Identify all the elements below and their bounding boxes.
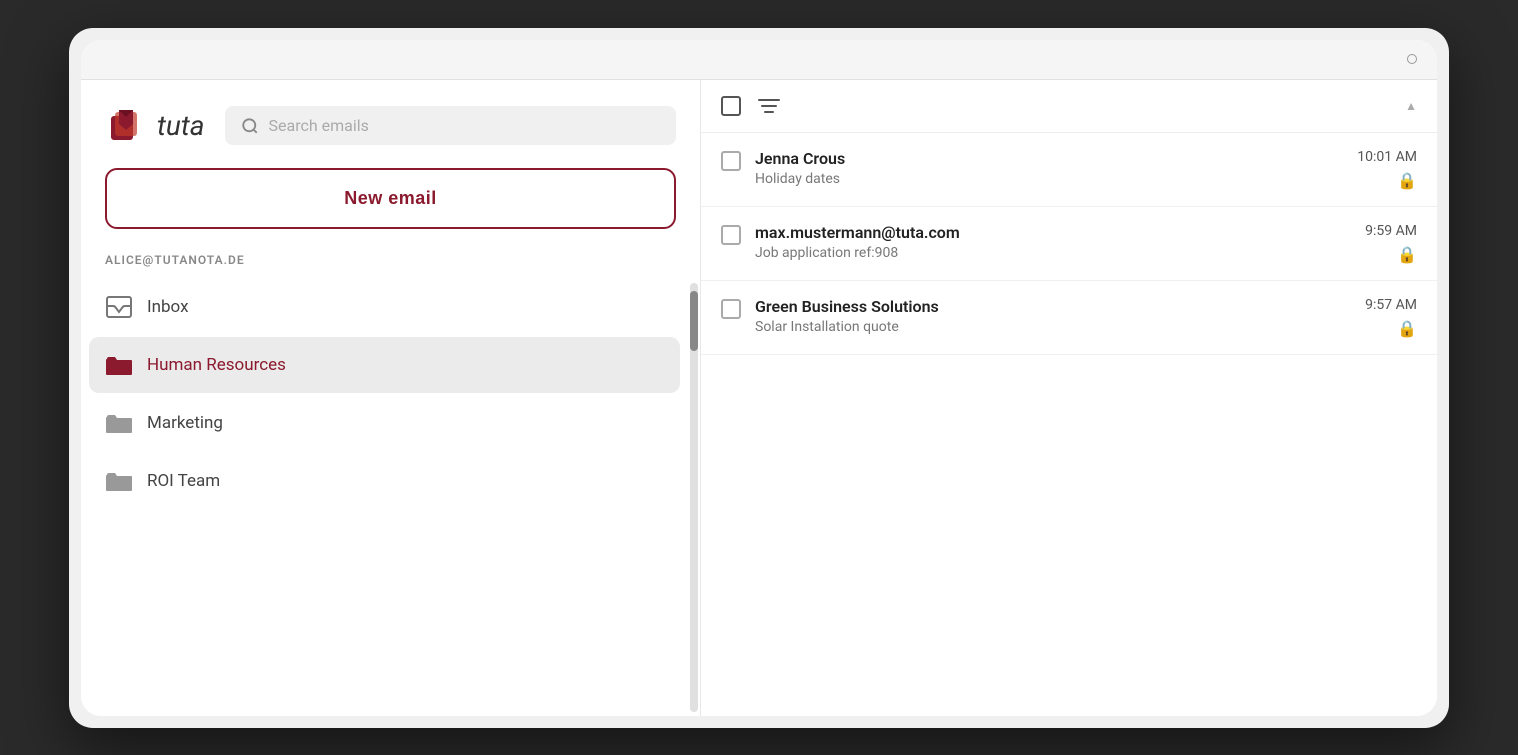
sidebar-item-inbox[interactable]: Inbox (89, 279, 680, 335)
email-time-1: 10:01 AM (1357, 149, 1417, 165)
table-row[interactable]: max.mustermann@tuta.com Job application … (701, 207, 1437, 281)
email-meta-1: 10:01 AM 🔒 (1357, 149, 1417, 190)
email-time-2: 9:59 AM (1365, 223, 1417, 239)
sidebar-item-human-resources[interactable]: Human Resources (89, 337, 680, 393)
sidebar-header: tuta Search emails (81, 80, 700, 168)
table-row[interactable]: Jenna Crous Holiday dates 10:01 AM 🔒 (701, 133, 1437, 207)
sidebar-item-roi-team[interactable]: ROI Team (89, 453, 680, 509)
sort-arrow-icon[interactable]: ▲ (1405, 99, 1417, 113)
email-sender-1: Jenna Crous (755, 149, 1343, 168)
marketing-folder-icon (105, 409, 133, 437)
sidebar-nav-area: Inbox Human Resources (81, 279, 700, 716)
filter-icon[interactable] (757, 96, 781, 116)
email-subject-2: Job application ref:908 (755, 245, 1351, 261)
lock-icon-1: 🔒 (1397, 171, 1417, 190)
logo-area: tuta (105, 104, 205, 148)
nav-list: Inbox Human Resources (81, 279, 688, 716)
table-row[interactable]: Green Business Solutions Solar Installat… (701, 281, 1437, 355)
top-bar (81, 40, 1437, 80)
email-content-3: Green Business Solutions Solar Installat… (755, 297, 1351, 335)
scroll-thumb[interactable] (690, 291, 698, 351)
search-bar[interactable]: Search emails (225, 106, 676, 145)
email-checkbox-2[interactable] (721, 225, 741, 245)
sidebar-item-roi-team-label: ROI Team (147, 471, 220, 491)
device-frame: tuta Search emails New email ALICE@TUTAN… (69, 28, 1449, 728)
email-toolbar: ▲ (701, 80, 1437, 133)
email-list: Jenna Crous Holiday dates 10:01 AM 🔒 max… (701, 133, 1437, 716)
lock-icon-3: 🔒 (1397, 319, 1417, 338)
lock-icon-2: 🔒 (1397, 245, 1417, 264)
sidebar-item-marketing-label: Marketing (147, 413, 223, 433)
search-placeholder: Search emails (269, 116, 369, 135)
inbox-icon (105, 293, 133, 321)
device-inner: tuta Search emails New email ALICE@TUTAN… (81, 40, 1437, 716)
roi-team-folder-icon (105, 467, 133, 495)
sidebar-item-human-resources-label: Human Resources (147, 355, 286, 375)
sidebar-item-inbox-label: Inbox (147, 297, 189, 317)
email-meta-2: 9:59 AM 🔒 (1365, 223, 1417, 264)
email-checkbox-3[interactable] (721, 299, 741, 319)
select-all-checkbox[interactable] (721, 96, 741, 116)
new-email-button[interactable]: New email (105, 168, 676, 229)
sidebar-item-marketing[interactable]: Marketing (89, 395, 680, 451)
scroll-track[interactable] (690, 283, 698, 712)
email-checkbox-1[interactable] (721, 151, 741, 171)
email-sender-2: max.mustermann@tuta.com (755, 223, 1351, 242)
account-email-label: ALICE@TUTANOTA.DE (81, 245, 700, 279)
sidebar: tuta Search emails New email ALICE@TUTAN… (81, 80, 701, 716)
logo-text: tuta (157, 109, 205, 142)
camera-dot (1407, 54, 1417, 64)
email-subject-1: Holiday dates (755, 171, 1343, 187)
email-content-2: max.mustermann@tuta.com Job application … (755, 223, 1351, 261)
email-meta-3: 9:57 AM 🔒 (1365, 297, 1417, 338)
email-time-3: 9:57 AM (1365, 297, 1417, 313)
email-content-1: Jenna Crous Holiday dates (755, 149, 1343, 187)
search-icon (241, 117, 259, 135)
email-sender-3: Green Business Solutions (755, 297, 1351, 316)
tuta-logo-icon (105, 104, 149, 148)
email-subject-3: Solar Installation quote (755, 319, 1351, 335)
app-body: tuta Search emails New email ALICE@TUTAN… (81, 80, 1437, 716)
human-resources-folder-icon (105, 351, 133, 379)
main-content: ▲ Jenna Crous Holiday dates 10:01 AM 🔒 (701, 80, 1437, 716)
